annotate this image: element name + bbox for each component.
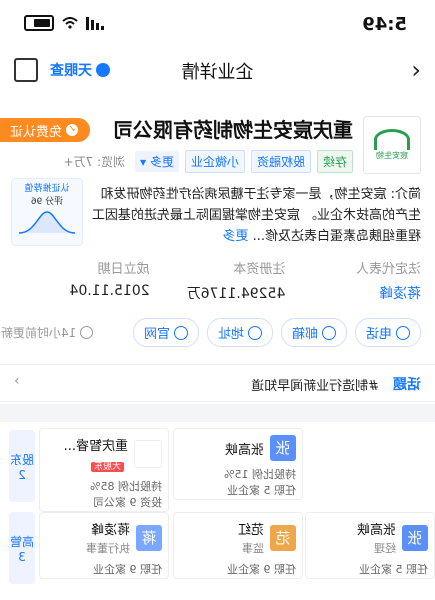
- tag-size[interactable]: 小微企业: [184, 150, 245, 173]
- intro-text: 宸安生物，是一家专注于糖尿病治疗性药物研发和生产的高技术企业。 宸安生物掌握国际…: [91, 187, 421, 244]
- brand-icon: [96, 63, 110, 77]
- phone-label: 电话: [365, 327, 392, 342]
- logo-mark-icon: [374, 129, 410, 150]
- logo-text: 宸安生物: [376, 151, 408, 160]
- executive-name: 范红: [237, 523, 264, 538]
- topic-text: #制造行业新闻早知道: [251, 379, 379, 394]
- badge-score: 评分 96: [30, 197, 64, 207]
- tags-more-button[interactable]: 更多 ▾: [135, 151, 179, 172]
- shareholder-jobs: 任职 5 家企业: [227, 484, 296, 497]
- executive-role: 执行董事: [86, 542, 130, 555]
- executive-role: 经理: [374, 542, 396, 555]
- executive-jobs: 任职 9 家企业: [227, 563, 296, 576]
- executive-card[interactable]: 蒋 蒋凌峰执行董事 任职 9 家企业: [39, 512, 169, 579]
- contact-row: 电话 邮箱 地址 官网 14小时前更新: [1, 318, 421, 347]
- date-value: 2015.11.04: [69, 283, 150, 299]
- badge-title: 认证推荐值: [24, 184, 70, 194]
- executives-label: 高管: [10, 534, 35, 549]
- status-bar: 5:49: [0, 0, 435, 44]
- executive-avatar: 张: [402, 524, 428, 551]
- battery-icon: [24, 15, 54, 31]
- website-label: 官网: [143, 327, 170, 342]
- key-info-legal-rep[interactable]: 法定代表人 蒋凌峰: [285, 258, 421, 303]
- date-label: 成立日期: [97, 262, 150, 277]
- executive-role: 监事: [242, 542, 264, 555]
- executive-name: 张高峡: [356, 523, 396, 538]
- company-tags: 存续 股权融资 小微企业 更多 ▾ 浏览: 7万+: [64, 150, 353, 173]
- major-shareholder-badge: 大股东: [90, 462, 124, 472]
- executives-side-label[interactable]: 高管 3: [9, 512, 35, 584]
- brand-logo: 天眼查: [50, 60, 110, 80]
- status-time: 5:49: [362, 14, 407, 35]
- address-button[interactable]: 地址: [206, 318, 273, 347]
- legal-rep-label: 法定代表人: [355, 262, 421, 277]
- key-info-capital: 注册资本 45294.1176万: [150, 258, 286, 303]
- shareholder-invest: 投资 9 家公司: [93, 496, 162, 509]
- app-screen: 5:49 ‹ 企业详情 天眼查 宸安生物 重庆宸安生物制药有限公司 ▶ ✓ 免费…: [0, 0, 435, 600]
- intro-label: 简介:: [390, 187, 421, 202]
- update-label: 14小时前更新: [1, 326, 77, 340]
- legal-rep-value[interactable]: 蒋凌峰: [285, 283, 421, 303]
- shareholder-name: 张高峡: [224, 442, 264, 458]
- refresh-icon: [80, 326, 94, 339]
- claim-icon: ✓: [66, 124, 79, 136]
- signal-icon: [86, 16, 104, 30]
- location-icon: [247, 325, 262, 340]
- executive-card[interactable]: 张 张高峡经理 任职 5 家企业: [305, 512, 435, 579]
- executive-jobs: 任职 9 家企业: [93, 563, 162, 576]
- wifi-icon: [62, 17, 78, 29]
- tag-status: 存续: [316, 150, 353, 173]
- claim-button[interactable]: ✓ 免费认证: [0, 118, 91, 142]
- topic-ticker[interactable]: 话题 #制造行业新闻早知道 ›: [0, 364, 435, 402]
- tags-more-label: 更多: [149, 155, 174, 169]
- tag-financing[interactable]: 股权融资: [250, 150, 311, 173]
- address-label: 地址: [217, 327, 244, 342]
- company-name: 重庆宸安生物制药有限公司: [113, 118, 353, 142]
- capital-value: 45294.1176万: [186, 286, 286, 302]
- email-button[interactable]: 邮箱: [280, 318, 347, 347]
- phone-icon: [396, 325, 410, 340]
- globe-icon: [173, 325, 188, 340]
- claim-label: 免费认证: [10, 124, 63, 140]
- key-info: 法定代表人 蒋凌峰 注册资本 45294.1176万 成立日期 2015.11.…: [14, 258, 421, 303]
- phone-button[interactable]: 电话: [354, 318, 421, 347]
- executive-avatar: 蒋: [136, 524, 162, 551]
- capital-label: 注册资本: [233, 262, 286, 277]
- executive-avatar: 范: [270, 524, 296, 551]
- recommend-badge[interactable]: 认证推荐值 评分 96: [11, 178, 83, 246]
- company-intro: 简介: 宸安生物，是一家专注于糖尿病治疗性药物研发和生产的高技术企业。 宸安生物…: [91, 184, 421, 247]
- email-label: 邮箱: [291, 327, 318, 342]
- update-status[interactable]: 14小时前更新: [1, 324, 94, 341]
- shareholder-card[interactable]: 张 张高峡 持股比例 15% 任职 5 家企业: [173, 428, 303, 500]
- section-divider: [0, 404, 435, 422]
- brand-label: 天眼查: [50, 63, 92, 79]
- nav-bar: ‹ 企业详情 天眼查: [0, 48, 435, 92]
- share-icon[interactable]: [14, 58, 38, 82]
- shareholder-name: 重庆智睿...: [63, 439, 128, 454]
- shareholders-count: 2: [18, 467, 26, 482]
- topic-label: 话题: [393, 377, 421, 393]
- shareholder-ratio: 持股比例 85%: [90, 480, 162, 493]
- view-count: 浏览: 7万+: [63, 155, 126, 169]
- executive-jobs: 任职 5 家企业: [359, 563, 428, 576]
- company-logo: 宸安生物: [363, 116, 421, 174]
- key-info-date: 成立日期 2015.11.04: [14, 258, 150, 303]
- bell-curve-icon: [18, 211, 76, 234]
- shareholders-side-label[interactable]: 股东 2: [9, 430, 35, 502]
- shareholder-card[interactable]: 重庆智睿... 大股东 持股比例 85% 投资 9 家公司: [39, 428, 169, 512]
- intro-more-link[interactable]: 更多: [222, 229, 248, 244]
- status-icons: [24, 15, 104, 31]
- shareholders-label: 股东: [10, 452, 35, 467]
- website-button[interactable]: 官网: [132, 318, 199, 347]
- executive-card[interactable]: 范 范红监事 任职 9 家企业: [173, 512, 303, 579]
- shareholder-logo-icon: [134, 440, 162, 468]
- chevron-right-icon: ›: [14, 373, 20, 389]
- executive-name: 蒋凌峰: [90, 523, 130, 538]
- shareholder-avatar: 张: [270, 435, 296, 461]
- shareholder-ratio: 持股比例 15%: [224, 468, 296, 481]
- mail-icon: [321, 325, 336, 340]
- executives-count: 3: [18, 549, 26, 564]
